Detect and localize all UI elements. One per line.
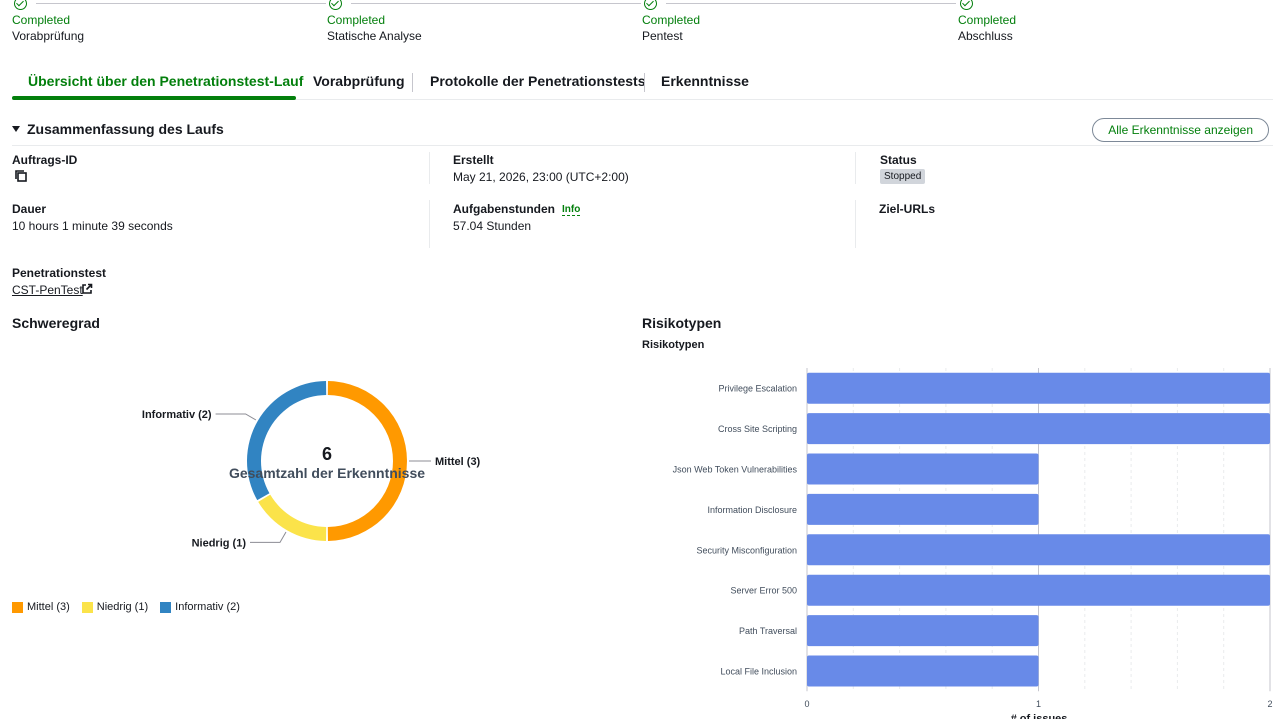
step-name: Abschluss <box>958 29 1013 43</box>
check-circle-icon <box>644 0 657 10</box>
bar-category-label: Cross Site Scripting <box>718 424 797 434</box>
legend-label: Mittel (3) <box>27 601 70 613</box>
tab-protokolle[interactable]: Protokolle der Penetrationstests <box>430 64 646 100</box>
donut-slice[interactable] <box>258 494 327 541</box>
summary-header: Zusammenfassung des Laufs Alle Erkenntni… <box>12 118 1273 146</box>
bar-category-label: Information Disclosure <box>707 505 797 515</box>
donut-total-label: Gesamtzahl der Erkenntnisse <box>229 465 425 481</box>
legend-item-mittel[interactable]: Mittel (3) <box>12 600 70 614</box>
bar-category-label: Privilege Escalation <box>718 384 797 394</box>
column-divider <box>429 152 430 184</box>
legend-label: Informativ (2) <box>175 601 240 613</box>
x-axis-label: # of issues <box>1011 713 1068 719</box>
callout-label: Mittel (3) <box>435 456 481 468</box>
x-tick-label: 0 <box>804 699 809 709</box>
step-status: Completed <box>327 13 386 27</box>
bar-category-label: Security Misconfiguration <box>696 545 797 555</box>
status-badge: Stopped <box>880 169 926 184</box>
legend-label: Niedrig (1) <box>96 601 149 613</box>
pentest-link[interactable]: CST-PenTest <box>12 283 83 297</box>
step-status: Completed <box>642 13 701 27</box>
legend-swatch <box>81 601 93 613</box>
caret-down-icon[interactable] <box>12 126 20 132</box>
callout-label: Niedrig (1) <box>192 537 247 549</box>
bar[interactable] <box>807 453 1039 485</box>
tab-separator <box>412 73 413 92</box>
bar-category-label: Path Traversal <box>739 626 797 636</box>
bar[interactable] <box>807 574 1270 606</box>
step-name: Statische Analyse <box>327 29 422 43</box>
column-divider <box>855 200 856 248</box>
check-circle-icon <box>960 0 973 10</box>
risk-types-bar-chart: Privilege Escalation Cross Site Scripting… <box>673 368 1273 719</box>
bar[interactable] <box>807 493 1039 525</box>
duration-value: 10 hours 1 minute 39 seconds <box>12 219 173 233</box>
legend-item-informativ[interactable]: Informativ (2) <box>160 600 240 614</box>
job-id-label: Auftrags-ID <box>12 153 78 167</box>
tab-vorabpruefung[interactable]: Vorabprüfung <box>313 64 405 100</box>
tab-erkenntnisse[interactable]: Erkenntnisse <box>661 64 749 100</box>
check-circle-icon <box>329 0 342 10</box>
donut-total-value: 6 <box>322 444 332 464</box>
created-value: May 21, 2026, 23:00 (UTC+2:00) <box>453 170 629 184</box>
step-status: Completed <box>958 13 1017 27</box>
donut-slice[interactable] <box>247 381 327 501</box>
bar[interactable] <box>807 372 1270 404</box>
copy-icon[interactable] <box>14 169 28 183</box>
bar-category-label: Json Web Token Vulnerabilities <box>673 465 798 475</box>
bar[interactable] <box>807 655 1039 687</box>
bar[interactable] <box>807 413 1270 445</box>
step-connector <box>351 3 641 4</box>
info-link[interactable]: Info <box>562 204 581 216</box>
task-hours-label: Aufgabenstunden <box>453 202 555 216</box>
severity-legend: Mittel (3) Niedrig (1) Informativ (2) <box>12 600 240 614</box>
duration-label: Dauer <box>12 202 47 216</box>
x-tick-label: 2 <box>1267 699 1272 709</box>
risk-types-subtitle: Risikotypen <box>642 339 705 351</box>
callout-line <box>250 531 287 543</box>
callout-label: Informativ (2) <box>142 409 212 421</box>
created-label: Erstellt <box>453 153 494 167</box>
status-label: Status <box>880 153 917 167</box>
tab-separator <box>644 73 645 92</box>
x-tick-label: 1 <box>1036 699 1041 709</box>
progress-steps: Completed Vorabprüfung Completed Statisc… <box>0 0 1280 50</box>
task-hours-value: 57.04 Stunden <box>453 219 532 233</box>
check-circle-icon <box>14 0 27 10</box>
view-all-findings-button[interactable]: Alle Erkenntnisse anzeigen <box>1092 118 1269 142</box>
active-tab-indicator <box>12 96 296 100</box>
step-status: Completed <box>12 13 71 27</box>
external-link-icon[interactable] <box>81 283 93 295</box>
bar-category-label: Local File Inclusion <box>720 667 797 677</box>
risk-types-title: Risikotypen <box>642 315 722 331</box>
bar-category-label: Server Error 500 <box>730 586 797 596</box>
step-name: Vorabprüfung <box>12 29 85 43</box>
pentest-label: Penetrationstest <box>12 266 107 280</box>
step-connector <box>666 3 956 4</box>
target-urls-label: Ziel-URLs <box>879 202 936 216</box>
tab-bar: Übersicht über den Penetrationstest-Lauf… <box>12 64 1273 100</box>
legend-swatch <box>12 601 23 613</box>
column-divider <box>429 200 430 248</box>
legend-swatch <box>160 601 172 613</box>
bar[interactable] <box>807 534 1270 566</box>
summary-title[interactable]: Zusammenfassung des Laufs <box>27 121 224 137</box>
severity-donut-chart: Mittel (3) Niedrig (1) Informativ (2) 6 Ge… <box>142 381 481 549</box>
step-name: Pentest <box>642 29 683 43</box>
tab-overview[interactable]: Übersicht über den Penetrationstest-Lauf <box>28 64 303 100</box>
callout-line <box>215 413 257 421</box>
column-divider <box>855 152 856 184</box>
donut-slice[interactable] <box>327 381 408 541</box>
bar[interactable] <box>807 615 1039 647</box>
legend-item-niedrig[interactable]: Niedrig (1) <box>81 600 149 614</box>
step-connector <box>36 3 326 4</box>
